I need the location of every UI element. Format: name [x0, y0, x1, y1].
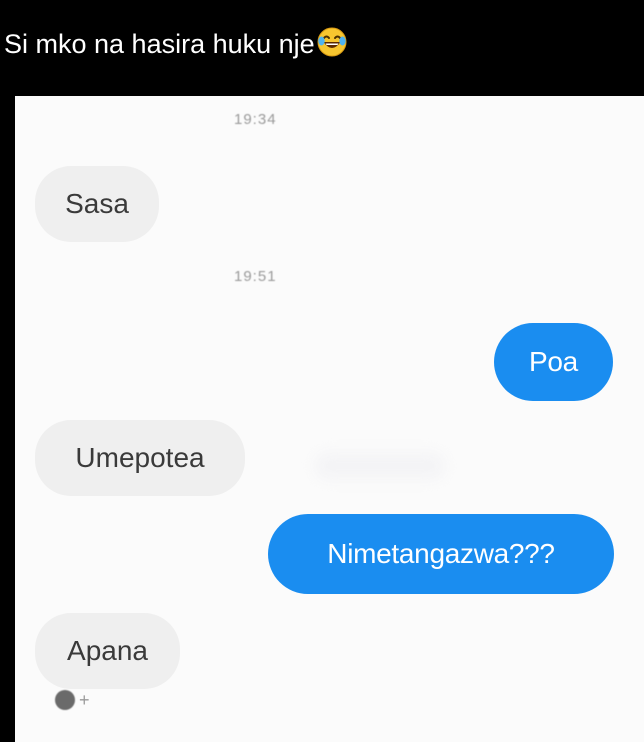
post-caption-text: Si mko na hasira huku nje [4, 29, 315, 59]
reaction-smiley-icon [55, 690, 75, 710]
chat-thread[interactable]: 19:34 Sasa 19:51 Poa Umepotea Nimetangaz… [15, 96, 644, 742]
incoming-message-bubble[interactable]: Apana [35, 613, 180, 689]
outgoing-message-bubble[interactable]: Nimetangazwa??? [268, 514, 614, 594]
message-text: Apana [67, 635, 148, 666]
incoming-message-bubble[interactable]: Umepotea [35, 420, 245, 496]
post-caption: Si mko na hasira huku nje [4, 24, 347, 68]
message-text: Poa [529, 346, 578, 377]
plus-icon: + [79, 690, 90, 710]
message-text: Sasa [65, 188, 129, 219]
blurred-overlay [315, 452, 445, 480]
message-text: Nimetangazwa??? [327, 538, 555, 569]
add-reaction-icon[interactable]: + [55, 690, 90, 710]
caption-bar: Si mko na hasira huku nje [0, 0, 644, 96]
message-text: Umepotea [75, 442, 205, 473]
message-timestamp: 19:51 [234, 268, 277, 285]
message-timestamp: 19:34 [234, 111, 277, 128]
incoming-message-bubble[interactable]: Sasa [35, 166, 159, 242]
post: Si mko na hasira huku nje 19:34 Sasa 19:… [0, 0, 644, 742]
laughing-tears-emoji-icon [317, 27, 347, 68]
outgoing-message-bubble[interactable]: Poa [494, 323, 613, 401]
